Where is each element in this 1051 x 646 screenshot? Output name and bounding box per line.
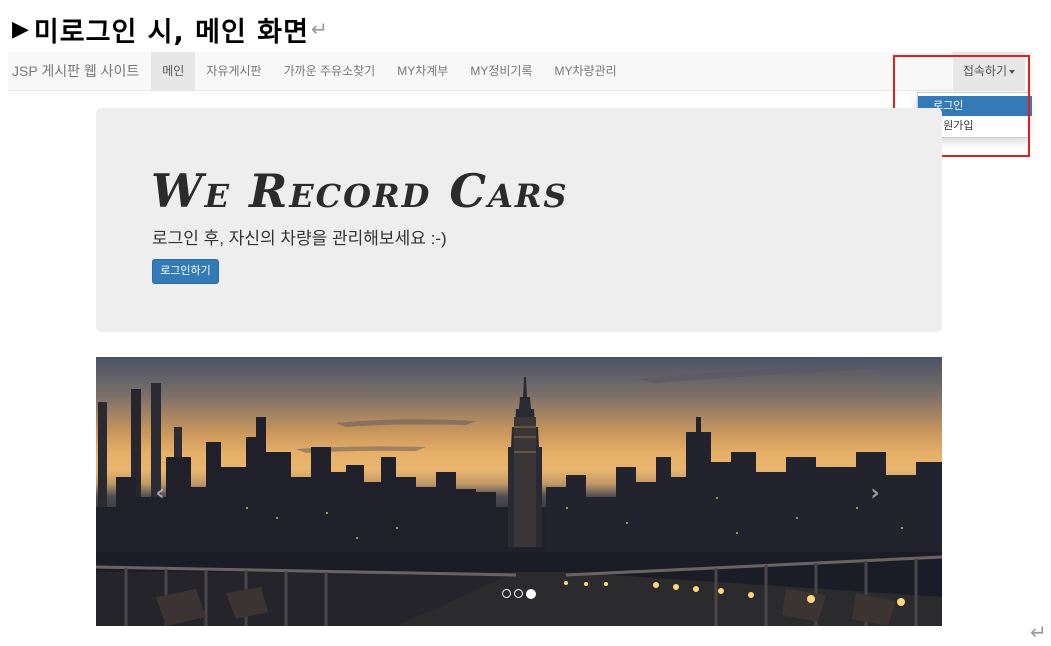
jumbotron-title: We Record Cars — [151, 164, 569, 218]
triangle-arrow-icon: ▶ — [12, 16, 30, 42]
carousel-indicators — [502, 588, 536, 599]
nav-item-free-board[interactable]: 자유게시판 — [195, 52, 272, 91]
nav-item-my-maintenance[interactable]: MY정비기록 — [459, 52, 543, 91]
page-return-mark-icon: ↵ — [1030, 620, 1047, 644]
nav-item-main[interactable]: 메인 — [151, 51, 196, 91]
nav-item-nearby-gas-station[interactable]: 가까운 주유소찾기 — [273, 52, 387, 91]
login-button[interactable]: 로그인하기 — [152, 259, 219, 284]
document-heading: ▶ 미로그인 시, 메인 화면 ↵ — [12, 10, 329, 48]
carousel-prev-icon[interactable]: ‹ — [148, 479, 172, 509]
navbar-brand[interactable]: JSP 게시판 웹 사이트 — [8, 61, 151, 81]
top-navbar: JSP 게시판 웹 사이트 메인 자유게시판 가까운 주유소찾기 MY차계부 M… — [8, 51, 1033, 91]
carousel-next-icon[interactable]: › — [863, 479, 887, 509]
jumbotron-subtitle: 로그인 후, 자신의 차량을 관리해보세요 :-) — [152, 229, 447, 248]
return-mark-icon: ↵ — [310, 17, 329, 41]
image-carousel: ‹ › — [96, 357, 942, 626]
city-skyline-image — [96, 365, 942, 626]
carousel-indicator-2[interactable] — [514, 589, 523, 598]
jumbotron: We Record Cars 로그인 후, 자신의 차량을 관리해보세요 :-)… — [96, 108, 942, 332]
nav-item-my-car-ledger[interactable]: MY차계부 — [386, 52, 459, 91]
document-heading-text: 미로그인 시, 메인 화면 — [33, 16, 309, 48]
nav-item-my-car-management[interactable]: MY차량관리 — [544, 52, 628, 91]
carousel-indicator-1[interactable] — [502, 589, 511, 598]
carousel-indicator-3[interactable] — [526, 588, 536, 599]
